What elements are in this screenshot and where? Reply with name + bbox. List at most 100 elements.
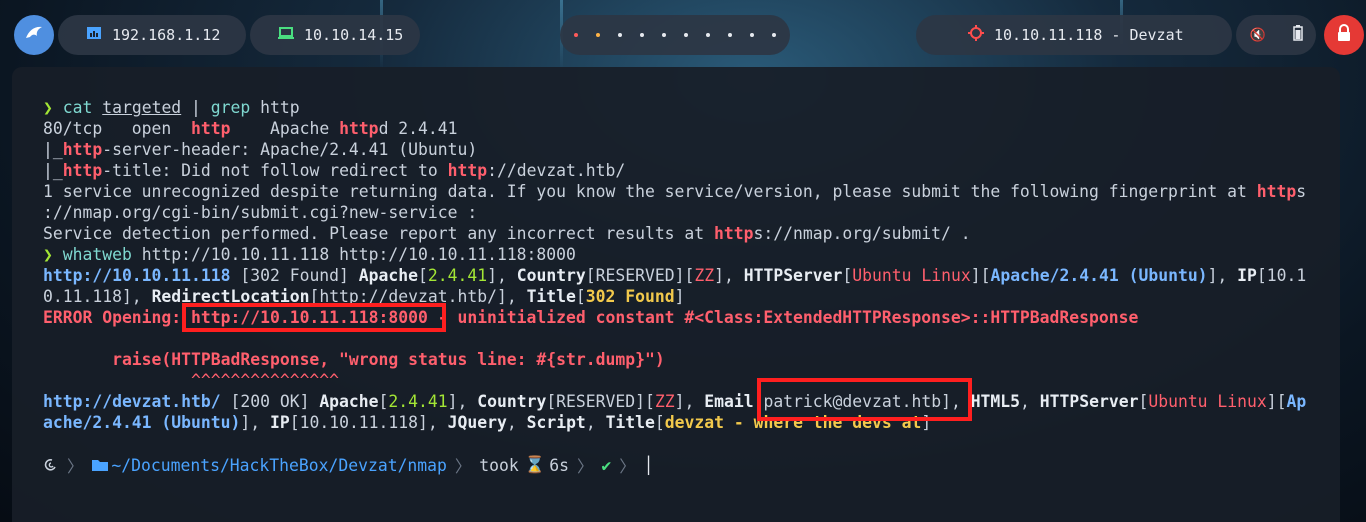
prompt-separator: 〉 <box>454 457 472 476</box>
terminal-text: -server-header: Apache/2.4.41 (Ubuntu) <box>102 140 478 159</box>
local-ip-widget[interactable]: 192.168.1.12 <box>58 15 246 55</box>
terminal-line: ache/2.4.41 (Ubuntu)], IP[10.10.11.118],… <box>43 412 1333 433</box>
hourglass-icon: ⌛ <box>524 455 546 474</box>
terminal-text: HTTPServer <box>743 266 843 285</box>
terminal-line: |_http-title: Did not follow redirect to… <box>43 160 1333 181</box>
workspace-dot[interactable] <box>772 33 776 37</box>
terminal-text: Title <box>605 413 655 432</box>
terminal-text: ❯ <box>43 245 63 264</box>
terminal-text: [ <box>378 392 389 411</box>
terminal-text: http://10.10.11.118 http://10.10.11.118:… <box>141 245 576 264</box>
terminal-text: http <box>1256 182 1297 201</box>
terminal-text: http://devzat.htb/ <box>43 392 221 411</box>
prompt-separator: 〉 <box>67 457 84 476</box>
terminal-line: |_http-server-header: Apache/2.4.41 (Ubu… <box>43 139 1333 160</box>
workspace-dot[interactable] <box>618 33 622 37</box>
terminal-text: | <box>181 98 211 117</box>
volume-muted-icon[interactable]: 🔇 <box>1249 28 1265 43</box>
terminal-text: HTML5 <box>970 392 1021 411</box>
terminal-text: [200 OK] <box>220 392 320 411</box>
terminal-text: Email <box>704 392 754 411</box>
terminal-line: ❯ whatweb http://10.10.11.118 http://10.… <box>43 244 1333 265</box>
terminal-text: ], <box>447 392 478 411</box>
terminal-text: [ <box>842 266 853 285</box>
terminal-text: 80/tcp open <box>43 119 192 138</box>
terminal-text: [302 Found] <box>230 266 359 285</box>
workspace-dot[interactable] <box>728 33 732 37</box>
workspace-dot[interactable] <box>706 33 710 37</box>
terminal-window[interactable]: ❯ cat targeted | grep http 80/tcp open ht… <box>12 67 1340 522</box>
terminal-text: |_ <box>43 140 63 159</box>
terminal-text: http <box>260 98 300 117</box>
terminal-line: 80/tcp open http Apache httpd 2.4.41 <box>43 118 1333 139</box>
terminal-text: Ap <box>1286 392 1307 411</box>
terminal-text: http://10.10.11.118 <box>43 266 231 285</box>
terminal-line: ://nmap.org/cgi-bin/submit.cgi?new-servi… <box>43 202 1333 223</box>
terminal-text: Apache <box>319 392 379 411</box>
terminal-text: ][ <box>970 266 991 285</box>
laptop-icon <box>278 26 294 44</box>
terminal-text: targeted <box>102 98 182 117</box>
terminal-text: -title: Did not follow redirect to <box>102 161 448 180</box>
terminal-text: ❯ <box>43 98 63 117</box>
terminal-text: , <box>1020 392 1040 411</box>
workspace-dot[interactable] <box>574 33 578 37</box>
terminal-text: ache/2.4.41 (Ubuntu) <box>43 413 241 432</box>
vpn-ip-widget[interactable]: 10.10.14.15 <box>250 15 420 55</box>
terminal-text: ://devzat.htb/ <box>487 161 626 180</box>
terminal-line: raise(HTTPBadResponse, "wrong status lin… <box>43 349 1333 370</box>
terminal-text: , <box>506 413 527 432</box>
terminal-text: http <box>191 119 231 138</box>
system-tray[interactable]: 🔇 <box>1236 15 1316 55</box>
terminal-text: 302 Found <box>585 287 675 306</box>
prompt-path: ~/Documents/HackTheBox/Devzat/nmap <box>111 455 447 475</box>
terminal-text: ], <box>714 266 744 285</box>
terminal-text: raise(HTTPBadResponse, "wrong status lin… <box>43 350 665 369</box>
terminal-text: ^^^^^^^^^^^^^^^ <box>43 371 340 390</box>
terminal-text: Country <box>477 392 547 411</box>
debian-swirl-icon <box>43 457 59 473</box>
terminal-text: 2.4.41 <box>388 392 448 411</box>
prompt-separator: 〉 <box>576 457 594 476</box>
terminal-text: |_ <box>43 161 63 180</box>
terminal-text: ://nmap.org/cgi-bin/submit.cgi?new-servi… <box>43 203 478 222</box>
terminal-text: http <box>62 161 103 180</box>
terminal-line: ❯ cat targeted | grep http <box>43 97 1333 118</box>
terminal-text: Ubuntu Linux <box>852 266 971 285</box>
workspace-dot[interactable] <box>640 33 644 37</box>
workspace-dot[interactable] <box>596 33 600 37</box>
terminal-text: JQuery <box>447 413 507 432</box>
terminal-text: ], <box>674 392 705 411</box>
cursor[interactable]: │ <box>644 456 654 475</box>
workspace-dot[interactable] <box>684 33 688 37</box>
terminal-line: Service detection performed. Please repo… <box>43 223 1333 244</box>
terminal-text: ], <box>240 413 270 432</box>
terminal-text: [RESERVED][ <box>585 266 695 285</box>
terminal-text: d 2.4.41 <box>378 119 458 138</box>
launcher-button[interactable] <box>14 15 54 55</box>
local-ip-text: 192.168.1.12 <box>112 26 221 44</box>
terminal-text: Service detection performed. Please repo… <box>43 224 715 243</box>
terminal-text: [ <box>654 413 665 432</box>
shell-prompt[interactable]: 〉 ~/Documents/HackTheBox/Devzat/nmap 〉 t… <box>43 450 653 480</box>
terminal-text: http <box>62 140 103 159</box>
terminal-line: http://devzat.htb/ [200 OK] Apache[2.4.4… <box>43 391 1333 412</box>
terminal-line: 1 service unrecognized despite returning… <box>43 181 1333 202</box>
lock-icon <box>1336 24 1352 46</box>
terminal-text: ZZ <box>654 392 675 411</box>
folder-icon <box>91 458 109 472</box>
terminal-line: ^^^^^^^^^^^^^^^ <box>43 370 1333 391</box>
target-widget[interactable]: 10.10.11.118 - Devzat <box>916 15 1232 55</box>
workspace-switcher[interactable] <box>560 15 790 55</box>
workspace-dot[interactable] <box>750 33 754 37</box>
terminal-text: HTTPServer <box>1039 392 1139 411</box>
highlight-box <box>757 378 972 421</box>
terminal-text: http <box>339 119 379 138</box>
workspace-dot[interactable] <box>662 33 666 37</box>
crosshair-icon <box>968 25 984 45</box>
took-label: took <box>479 455 519 475</box>
battery-icon[interactable] <box>1292 25 1303 45</box>
terminal-text: cat <box>62 98 103 117</box>
lock-button[interactable] <box>1324 15 1364 55</box>
terminal-text: Script <box>526 413 586 432</box>
